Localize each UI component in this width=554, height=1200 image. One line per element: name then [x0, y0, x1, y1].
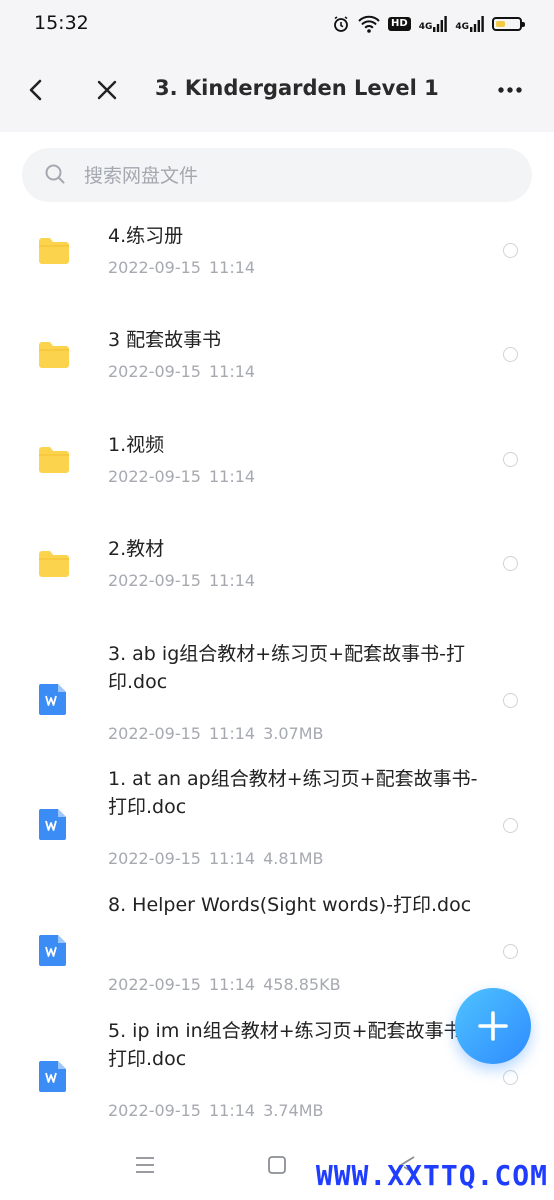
folder-icon [37, 445, 71, 479]
folder-icon [37, 549, 71, 583]
more-dots-icon [498, 87, 522, 93]
home-square-icon [268, 1156, 286, 1174]
select-radio[interactable] [503, 693, 518, 708]
plus-icon [478, 1011, 508, 1041]
file-date: 2022-09-15 [108, 1101, 201, 1120]
select-radio[interactable] [503, 944, 518, 959]
nav-home-button[interactable] [262, 1150, 292, 1180]
search-box[interactable] [22, 148, 532, 204]
file-name: 3. ab ig组合教材+练习页+配套故事书-打印.doc [108, 643, 465, 693]
file-time: 11:14 [208, 467, 256, 486]
word-doc-icon [38, 933, 68, 971]
folder-icon [37, 340, 71, 374]
signal-icon-1: 4G [419, 16, 448, 32]
battery-icon [492, 17, 525, 31]
close-icon [97, 80, 117, 100]
hd-badge: HD [388, 17, 411, 31]
file-date: 2022-09-15 [108, 362, 201, 381]
file-time: 11:14 [208, 362, 256, 381]
signal-label-2: 4G [455, 22, 469, 32]
add-button[interactable] [455, 988, 531, 1064]
file-meta: 2022-09-15 11:14 3.74MB [108, 1101, 332, 1120]
status-bar: 15:32 HD 4G 4G [0, 0, 554, 48]
select-radio[interactable] [503, 452, 518, 467]
select-radio[interactable] [503, 818, 518, 833]
file-size: 3.74MB [263, 1101, 324, 1120]
file-date: 2022-09-15 [108, 849, 201, 868]
file-size: 4.81MB [263, 849, 324, 868]
file-meta: 2022-09-15 11:14 4.81MB [108, 849, 332, 868]
nav-menu-button[interactable] [130, 1150, 160, 1180]
close-button[interactable] [89, 72, 125, 108]
file-name: 3 配套故事书 [108, 329, 222, 351]
signal-label-1: 4G [418, 22, 433, 32]
alarm-icon [332, 15, 350, 33]
status-time: 15:32 [34, 12, 89, 34]
menu-lines-icon [136, 1157, 154, 1173]
file-name: 8. Helper Words(Sight words)-打印.doc [108, 894, 472, 916]
file-meta: 2022-09-15 11:14 458.85KB [108, 975, 349, 994]
status-icons: HD 4G 4G [332, 13, 525, 35]
file-name: 4.练习册 [108, 225, 184, 247]
word-doc-icon [38, 807, 68, 845]
select-radio[interactable] [503, 1070, 518, 1085]
file-time: 11:14 [208, 1101, 256, 1120]
file-time: 11:14 [208, 571, 256, 590]
file-name: 1. at an ap组合教材+练习页+配套故事书-打印.doc [108, 768, 478, 818]
select-radio[interactable] [503, 347, 518, 362]
folder-icon [37, 236, 71, 270]
wifi-icon [358, 15, 380, 33]
word-doc-icon [38, 1059, 68, 1097]
file-date: 2022-09-15 [108, 258, 201, 277]
signal-icon-2: 4G [455, 16, 484, 32]
file-time: 11:14 [208, 724, 256, 743]
back-arrow-icon [29, 79, 42, 101]
file-time: 11:14 [208, 849, 256, 868]
file-meta: 2022-09-15 11:14 [108, 362, 263, 381]
file-date: 2022-09-15 [108, 571, 201, 590]
file-meta: 2022-09-15 11:14 3.07MB [108, 724, 332, 743]
file-date: 2022-09-15 [108, 975, 201, 994]
file-meta: 2022-09-15 11:14 [108, 467, 263, 486]
file-time: 11:14 [208, 975, 256, 994]
select-radio[interactable] [503, 556, 518, 571]
file-time: 11:14 [208, 258, 256, 277]
more-options-button[interactable] [492, 72, 528, 108]
back-button[interactable] [18, 72, 54, 108]
file-name: 5. ip im in组合教材+练习页+配套故事书-打印.doc [108, 1020, 470, 1070]
watermark-text: WWW.XXTTQ.COM [315, 1159, 548, 1192]
page-title: 3. Kindergarden Level 1 [155, 76, 439, 100]
file-meta: 2022-09-15 11:14 [108, 258, 263, 277]
word-doc-icon [38, 682, 68, 720]
search-icon [44, 163, 66, 189]
select-radio[interactable] [503, 243, 518, 258]
file-size: 458.85KB [263, 975, 341, 994]
title-bar: 3. Kindergarden Level 1 [0, 48, 554, 132]
file-name: 1.视频 [108, 434, 165, 456]
file-date: 2022-09-15 [108, 467, 201, 486]
file-size: 3.07MB [263, 724, 324, 743]
file-name: 2.教材 [108, 538, 165, 560]
file-meta: 2022-09-15 11:14 [108, 571, 263, 590]
search-input[interactable] [82, 148, 516, 204]
file-date: 2022-09-15 [108, 724, 201, 743]
